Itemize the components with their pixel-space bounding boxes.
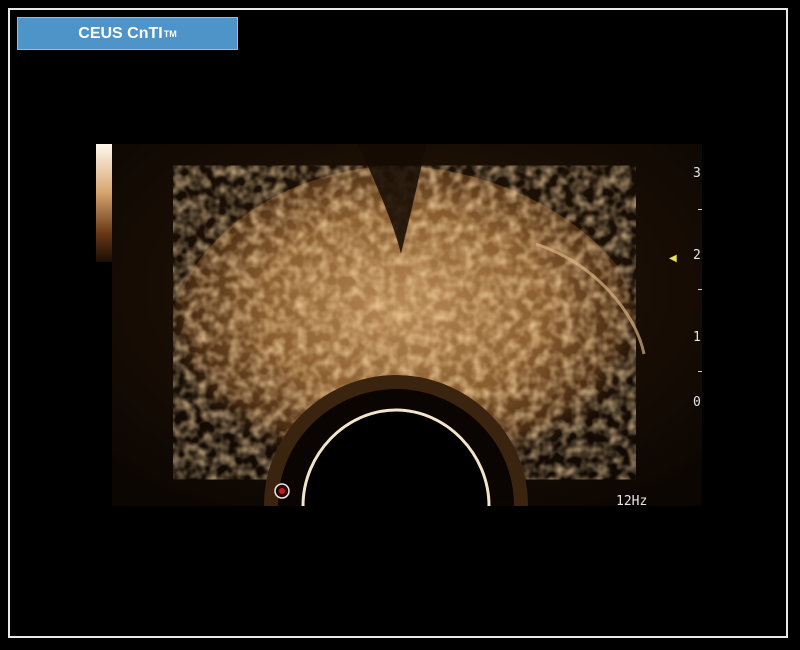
trademark: TM <box>163 28 177 39</box>
depth-tick <box>698 209 702 210</box>
depth-label-2: 2 <box>693 248 701 263</box>
ultrasound-image <box>96 144 702 506</box>
depth-tick <box>698 371 702 372</box>
depth-label-1: 1 <box>693 330 701 345</box>
frame-rate: 12Hz <box>616 494 648 509</box>
focus-marker-icon: ◀ <box>669 253 677 264</box>
depth-label-0: 0 <box>693 395 701 410</box>
mode-name: CEUS CnTI <box>78 24 163 42</box>
gray-scale-bar <box>96 144 112 262</box>
mode-label: CEUS CnTI TM <box>17 17 238 50</box>
depth-tick <box>698 289 702 290</box>
depth-label-3: 3 <box>693 166 701 181</box>
